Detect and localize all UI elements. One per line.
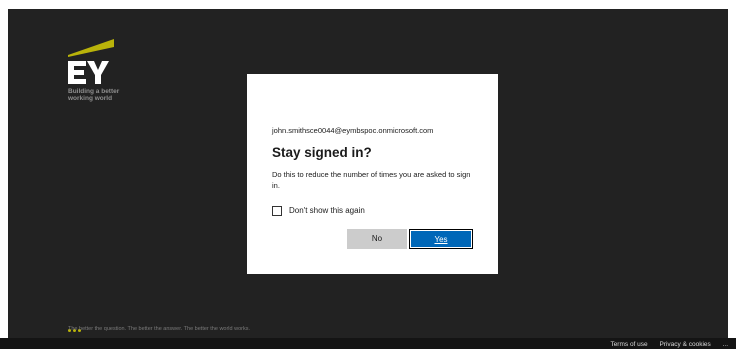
terms-of-use-link[interactable]: Terms of use bbox=[610, 341, 647, 348]
stay-signed-in-dialog: john.smithsce0044@eymbspoc.onmicrosoft.c… bbox=[247, 74, 498, 274]
yes-button[interactable]: Yes bbox=[409, 229, 473, 249]
footer-links: Terms of use Privacy & cookies ... bbox=[600, 341, 728, 348]
account-identity: john.smithsce0044@eymbspoc.onmicrosoft.c… bbox=[272, 126, 434, 135]
dialog-title: Stay signed in? bbox=[272, 145, 372, 160]
no-button[interactable]: No bbox=[347, 229, 407, 249]
bottom-bar: Terms of use Privacy & cookies ... bbox=[0, 338, 736, 349]
footer-slogan: The better the question. The better the … bbox=[68, 326, 251, 332]
tagline-line-2: working world bbox=[68, 94, 113, 102]
dont-show-again-checkbox[interactable] bbox=[272, 206, 282, 216]
dont-show-again-label[interactable]: Don't show this again bbox=[289, 206, 365, 215]
privacy-cookies-link[interactable]: Privacy & cookies bbox=[659, 341, 710, 348]
dialog-description: Do this to reduce the number of times yo… bbox=[272, 170, 471, 190]
more-options-button[interactable]: ... bbox=[723, 341, 728, 348]
brand-tagline: Building a better working world bbox=[68, 88, 119, 102]
